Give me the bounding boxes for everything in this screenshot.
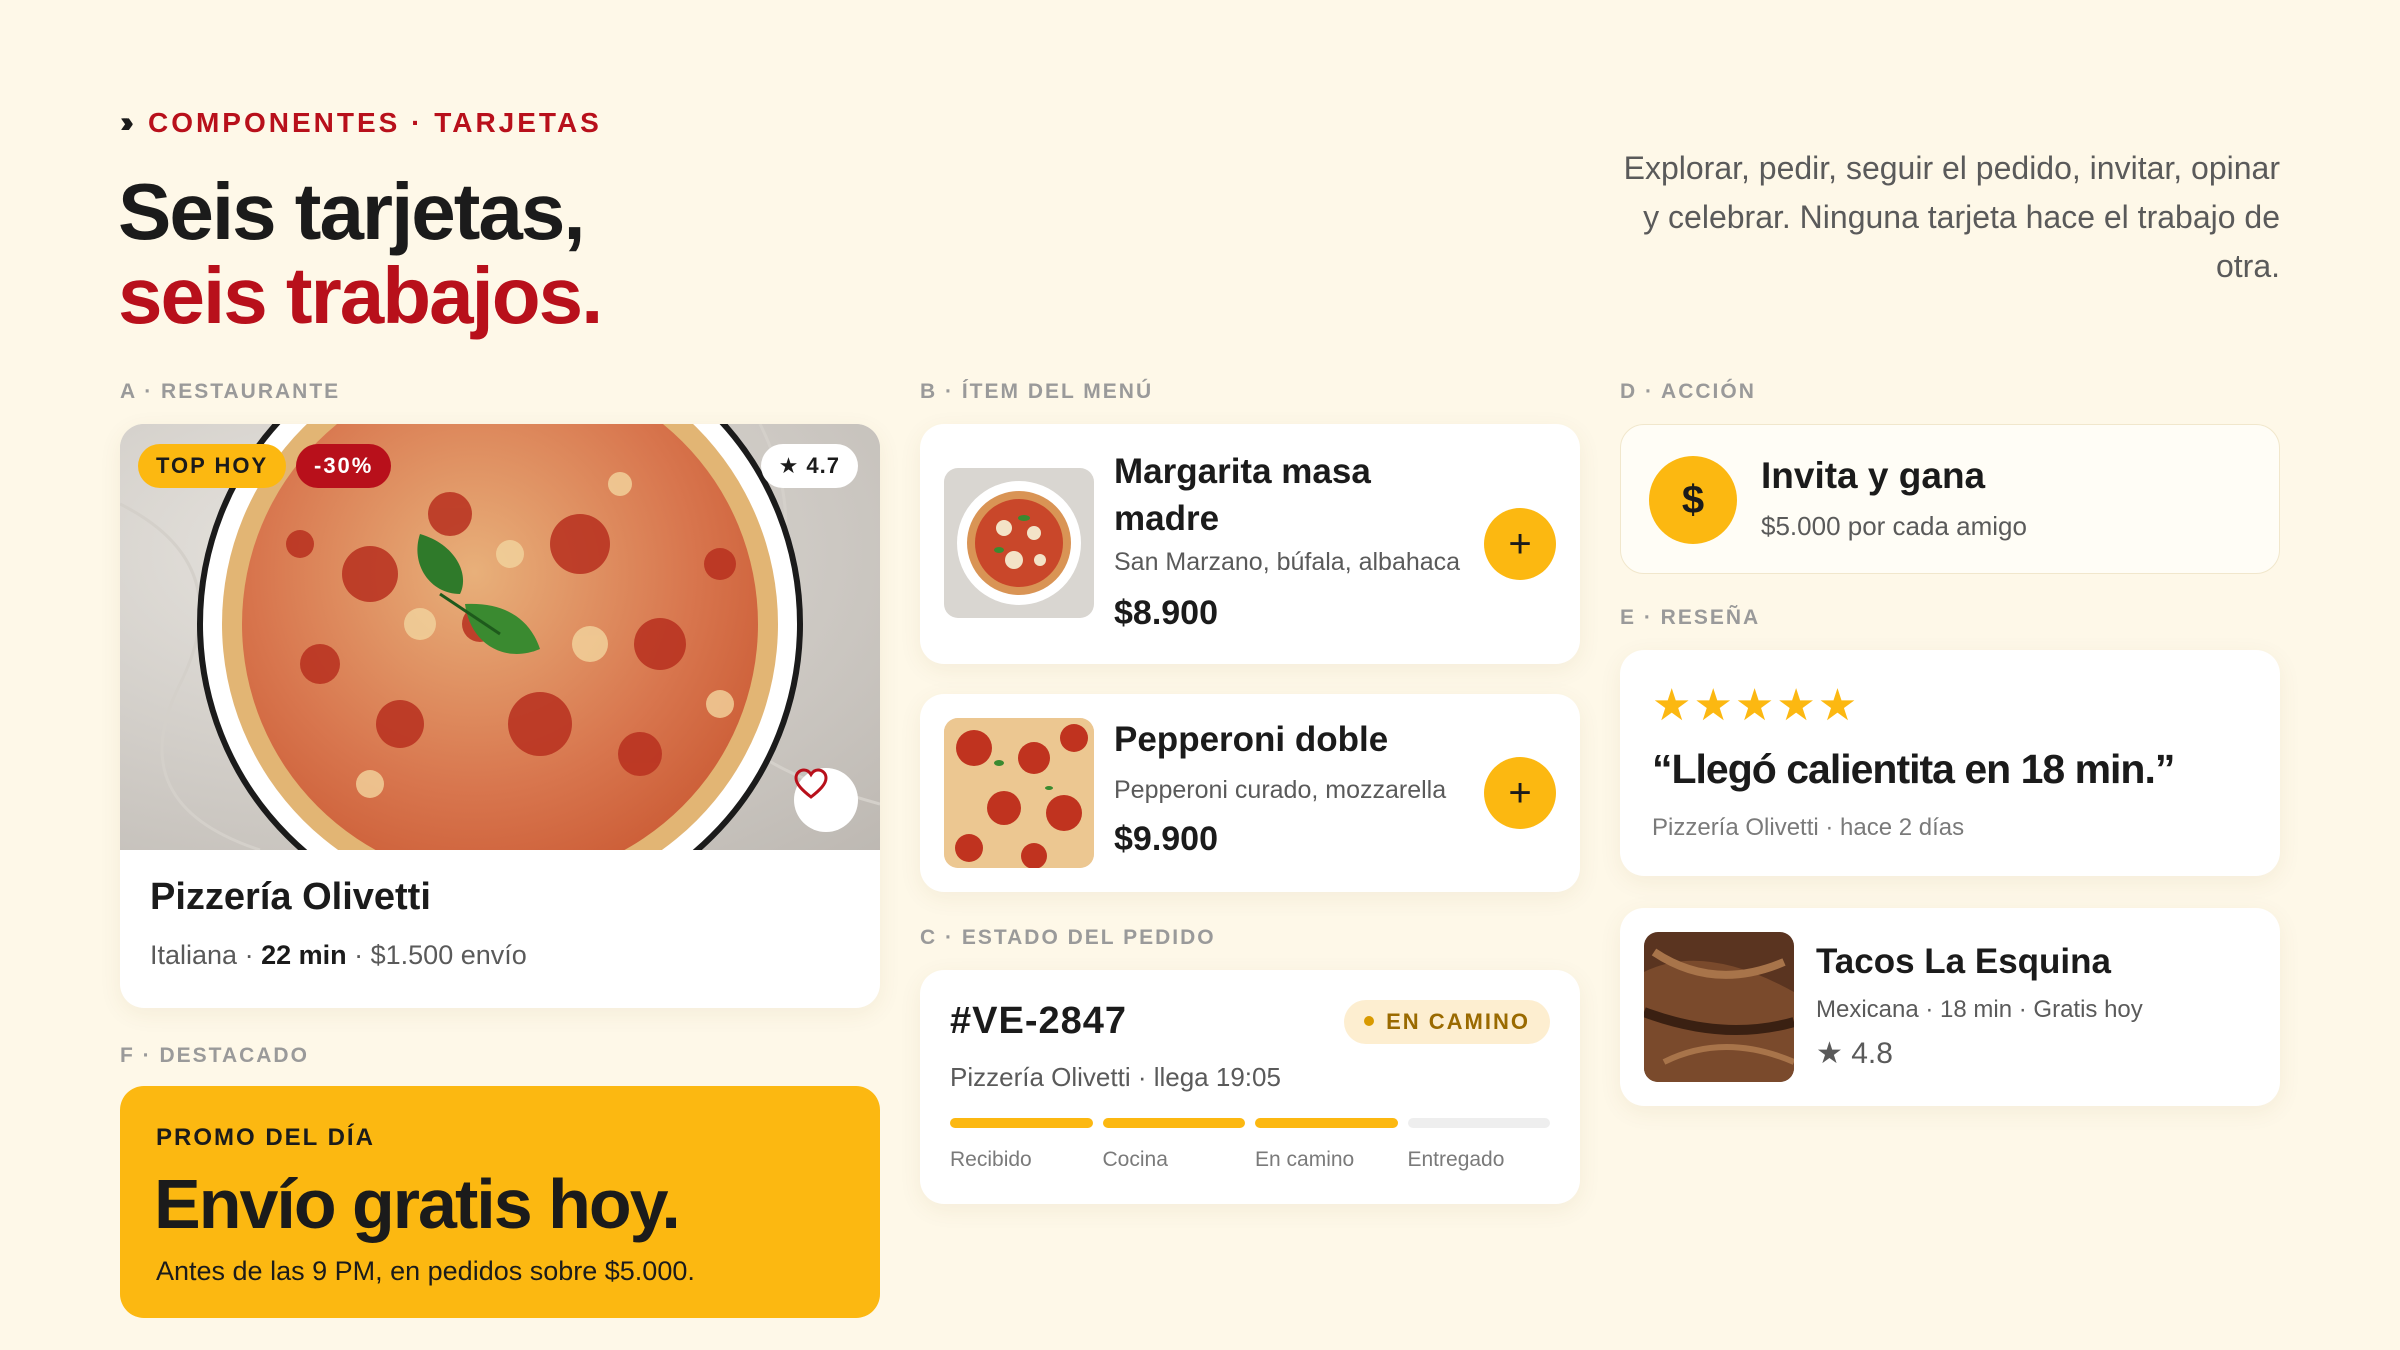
restaurant-meta: Mexicana · 18 min · Gratis hoy	[1816, 996, 2143, 1023]
heart-icon	[794, 768, 828, 799]
eyebrow-label: COMPONENTES · TARJETAS	[147, 107, 602, 138]
page-title: Seis tarjetas, seis trabajos.	[118, 167, 603, 340]
section-label-a: A · RESTAURANTE	[120, 380, 341, 403]
section-label-b: B · ÍTEM DEL MENÚ	[920, 380, 1154, 403]
delivery-fee: $1.500 envío	[370, 940, 527, 970]
promo-subtext: Antes de las 9 PM, en pedidos sobre $5.0…	[156, 1256, 695, 1286]
review-byline: Pizzería Olivetti · hace 2 días	[1652, 814, 1965, 841]
title-line-1: Seis tarjetas,	[118, 167, 586, 256]
star-rating: ★★★★★	[1652, 681, 1860, 730]
restaurant-card[interactable]: TOP HOY -30% ★ 4.7 Pizzería Olivetti Ita…	[120, 424, 880, 1008]
section-label-e: E · RESEÑA	[1620, 606, 1761, 629]
progress-segment	[950, 1118, 1093, 1128]
top-badge: TOP HOY	[138, 444, 287, 488]
intro-text: Explorar, pedir, seguir el pedido, invit…	[1623, 150, 2280, 284]
rating-badge: ★ 4.7	[760, 444, 858, 488]
menu-item-price: $8.900	[1114, 594, 1218, 632]
referral-card[interactable]: $ Invita y gana $5.000 por cada amigo	[1620, 424, 2280, 574]
add-to-cart-button[interactable]: +	[1484, 757, 1556, 829]
cuisine: Italiana	[150, 940, 238, 970]
add-to-cart-button[interactable]: +	[1484, 508, 1556, 580]
menu-item-name: Pepperoni doble	[1114, 720, 1389, 759]
triple-chevron-icon: ›››	[120, 106, 134, 139]
review-quote: “Llegó calientita en 18 min.”	[1652, 746, 2175, 792]
progress-segment	[1255, 1118, 1398, 1128]
order-steps: Recibido Cocina En camino Entregado	[950, 1148, 1550, 1172]
order-status-card[interactable]: #VE-2847 EN CAMINO Pizzería Olivetti · l…	[920, 970, 1580, 1204]
menu-item-price: $9.900	[1114, 820, 1218, 858]
order-info: Pizzería Olivetti · llega 19:05	[950, 1062, 1281, 1092]
discount-badge: -30%	[296, 444, 392, 488]
restaurant-name: Pizzería Olivetti	[150, 876, 431, 918]
order-progress	[950, 1118, 1550, 1128]
eyebrow: ››› COMPONENTES · TARJETAS	[120, 106, 602, 140]
menu-item-thumb	[944, 718, 1094, 868]
restaurant-mini-card[interactable]: Tacos La Esquina Mexicana · 18 min · Gra…	[1620, 908, 2280, 1106]
menu-item-thumb	[944, 468, 1094, 618]
step-label: Cocina	[1102, 1148, 1168, 1171]
pizza-thumb	[944, 468, 1094, 618]
menu-item-desc: San Marzano, búfala, albahaca	[1114, 548, 1461, 576]
restaurant-meta: Italiana · 22 min · $1.500 envío	[150, 940, 527, 970]
status-dot	[1364, 1016, 1375, 1027]
restaurant-rating: ★ 4.8	[1816, 1037, 1893, 1070]
favorite-button[interactable]	[794, 768, 858, 832]
status-label: EN CAMINO	[1386, 1009, 1530, 1034]
promo-headline: Envío gratis hoy.	[154, 1165, 681, 1243]
menu-item-desc: Pepperoni curado, mozzarella	[1114, 776, 1447, 804]
status-badge: EN CAMINO	[1344, 1000, 1550, 1044]
promo-card[interactable]: PROMO DEL DÍA Envío gratis hoy. Antes de…	[120, 1086, 880, 1318]
progress-segment	[1407, 1118, 1550, 1128]
referral-title: Invita y gana	[1761, 455, 1986, 496]
pepperoni-thumb	[944, 718, 1094, 868]
step-label: Entregado	[1407, 1148, 1505, 1171]
restaurant-thumb	[1644, 932, 1794, 1082]
review-card[interactable]: ★★★★★ “Llegó calientita en 18 min.” Pizz…	[1620, 650, 2280, 876]
order-id: #VE-2847	[950, 1000, 1128, 1042]
menu-item-name: Margarita masa madre	[1114, 452, 1371, 538]
step-label: En camino	[1255, 1148, 1355, 1171]
section-label-c: C · ESTADO DEL PEDIDO	[920, 926, 1216, 949]
title-line-2: seis trabajos.	[118, 251, 603, 340]
menu-item-card[interactable]: Pepperoni doble Pepperoni curado, mozzar…	[920, 694, 1580, 892]
referral-subtitle: $5.000 por cada amigo	[1761, 511, 2027, 541]
progress-segment	[1102, 1118, 1245, 1128]
section-label-f: F · DESTACADO	[120, 1044, 309, 1067]
delivery-time: 22 min	[261, 940, 347, 970]
restaurant-photo: TOP HOY -30% ★ 4.7	[120, 424, 880, 850]
section-label-d: D · ACCIÓN	[1620, 380, 1756, 403]
restaurant-name: Tacos La Esquina	[1816, 942, 2111, 981]
step-label: Recibido	[950, 1148, 1032, 1171]
tacos-thumb	[1644, 932, 1794, 1082]
promo-eyebrow: PROMO DEL DÍA	[156, 1124, 375, 1151]
menu-item-card[interactable]: Margarita masa madre San Marzano, búfala…	[920, 424, 1580, 664]
dollar-icon: $	[1649, 456, 1737, 544]
